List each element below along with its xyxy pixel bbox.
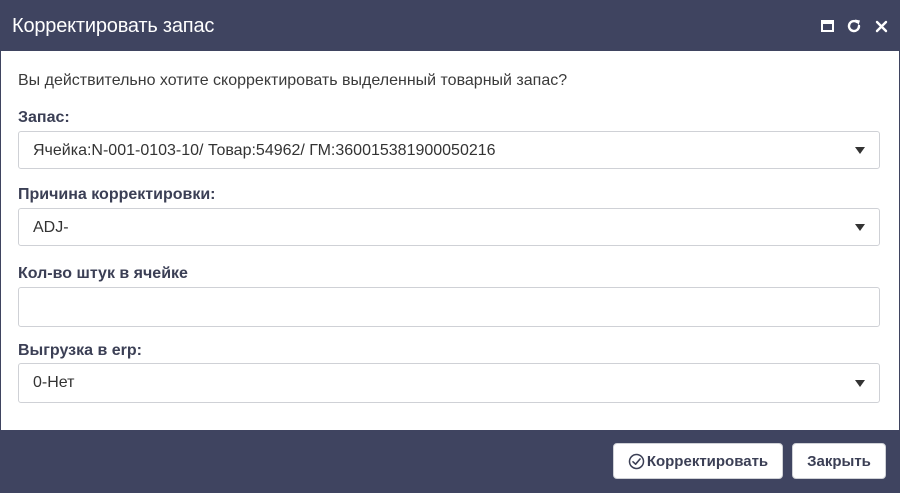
caret-down-icon	[855, 380, 865, 387]
confirmation-text: Вы действительно хотите скорректировать …	[18, 72, 568, 89]
check-circle-icon	[628, 453, 645, 470]
stock-select[interactable]: Ячейка:N-001-0103-10/ Товар:54962/ ГМ:36…	[18, 131, 880, 169]
adjust-button-label: Корректировать	[646, 452, 769, 470]
reason-select[interactable]: ADJ-	[18, 208, 880, 246]
maximize-icon[interactable]	[817, 16, 837, 36]
erp-label: Выгрузка в erp:	[18, 342, 142, 359]
reason-label: Причина корректировки:	[18, 186, 216, 203]
stock-select-value: Ячейка:N-001-0103-10/ Товар:54962/ ГМ:36…	[33, 142, 496, 159]
dialog-title: Корректировать запас	[12, 15, 215, 37]
erp-select[interactable]: 0-Нет	[18, 363, 880, 403]
dialog-titlebar: Корректировать запас	[1, 1, 899, 51]
close-button[interactable]: Закрыть	[792, 443, 886, 479]
reason-select-value: ADJ-	[33, 219, 69, 236]
caret-down-icon	[855, 224, 865, 231]
erp-select-value: 0-Нет	[33, 374, 75, 391]
caret-down-icon	[855, 147, 865, 154]
stock-label: Запас:	[18, 109, 70, 126]
close-button-label: Закрыть	[807, 452, 871, 470]
dialog-footer: Корректировать Закрыть	[1, 430, 899, 492]
qty-input[interactable]	[18, 287, 880, 327]
adjust-stock-dialog: Корректировать запас Вы действительно хо…	[0, 0, 900, 493]
refresh-icon[interactable]	[844, 16, 864, 36]
close-icon[interactable]	[871, 16, 891, 36]
qty-label: Кол-во штук в ячейке	[18, 265, 188, 282]
adjust-button[interactable]: Корректировать	[613, 443, 783, 479]
